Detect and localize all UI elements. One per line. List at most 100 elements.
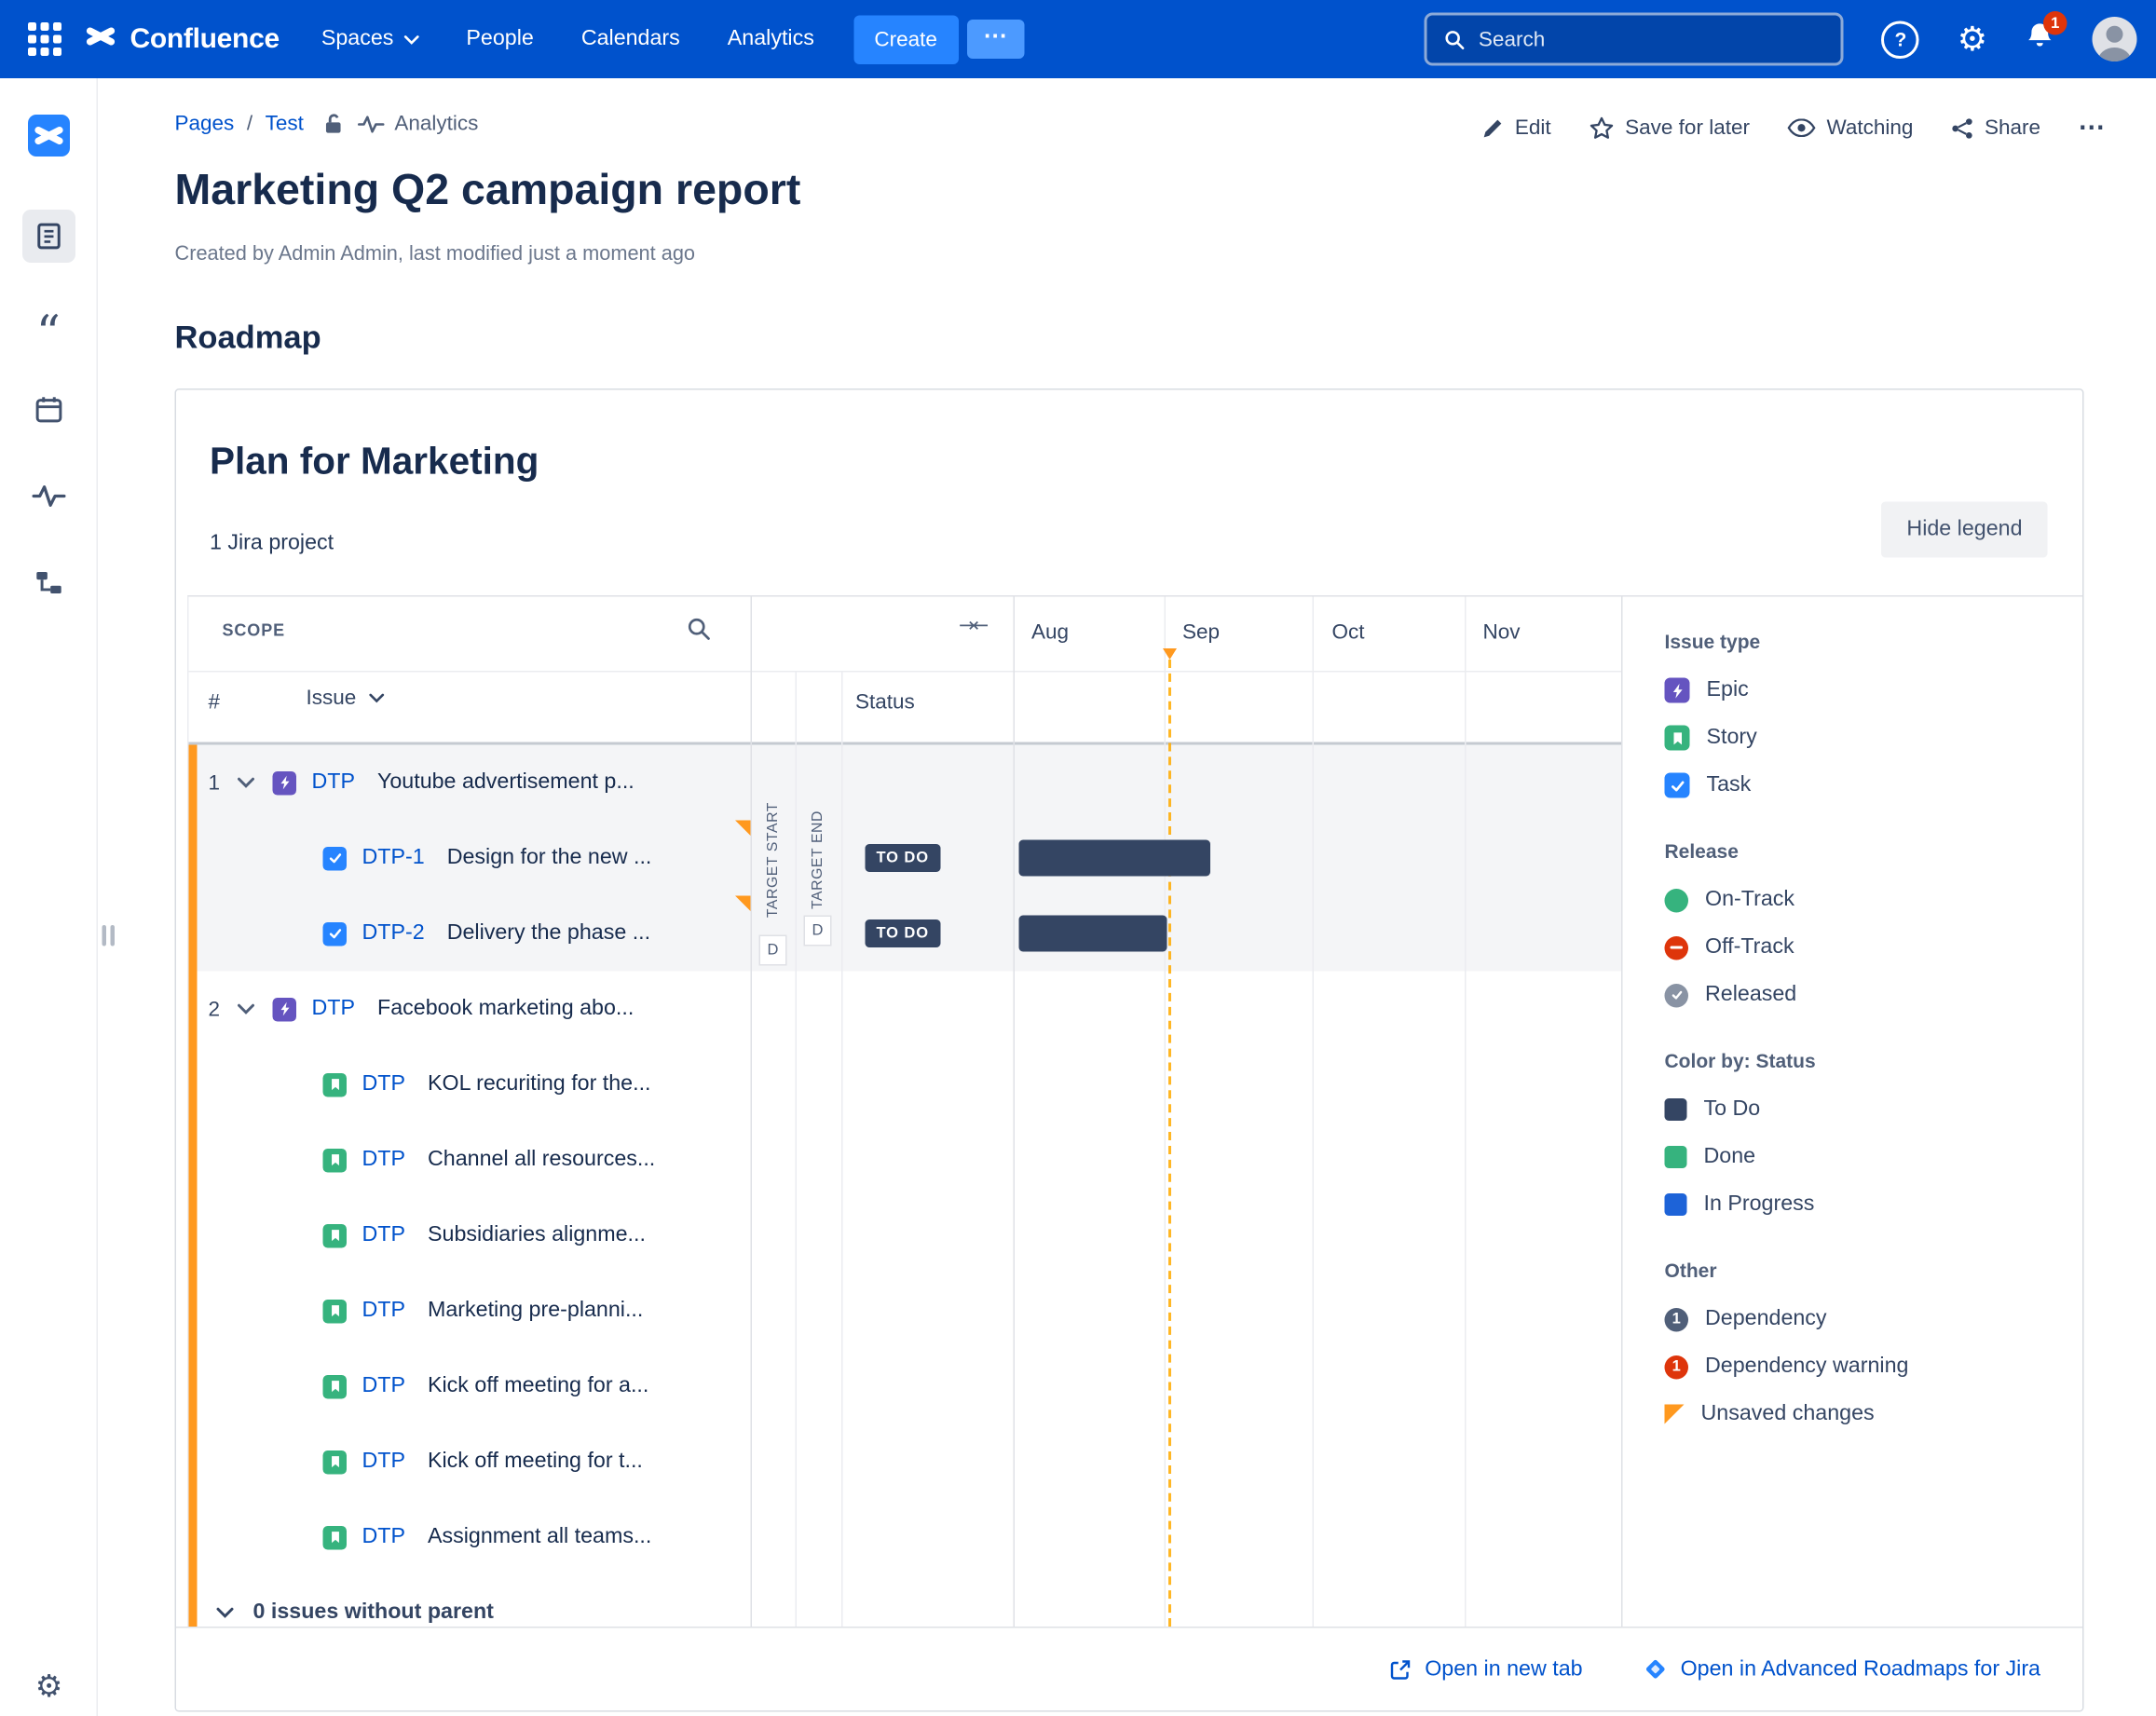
nav-item-people[interactable]: People (466, 27, 533, 52)
issue-key-link[interactable]: DTP (362, 1374, 406, 1399)
sidebar-item-calendars[interactable] (21, 383, 75, 436)
issue-key-link[interactable]: DTP (362, 1450, 406, 1475)
open-in-new-tab-link[interactable]: Open in new tab (1390, 1656, 1583, 1682)
notifications-button[interactable]: 1 (2026, 21, 2055, 58)
table-row-story[interactable]: DTP Marketing pre-planni... (189, 1273, 1622, 1349)
table-row-story[interactable]: DTP Subsidiaries alignme... (189, 1198, 1622, 1273)
issue-key-link[interactable]: DTP-1 (362, 846, 425, 871)
table-row-story[interactable]: DTP Kick off meeting for t... (189, 1424, 1622, 1500)
month-label: Nov (1483, 620, 1521, 645)
sidebar-item-analytics[interactable] (21, 470, 75, 523)
legend-title: Release (1665, 840, 2070, 863)
table-row-story[interactable]: DTP Channel all resources... (189, 1123, 1622, 1198)
scope-header: SCOPE (223, 620, 286, 640)
scope-search-icon[interactable] (687, 617, 712, 649)
help-button[interactable]: ? (1882, 20, 1920, 59)
task-icon (323, 846, 348, 870)
space-settings-gear-icon[interactable]: ⚙ (0, 1670, 98, 1706)
issue-key-link[interactable]: DTP-2 (362, 921, 425, 947)
nav-right-group: ? ⚙ 1 (1882, 17, 2137, 61)
month-label: Oct (1332, 620, 1365, 645)
nav-item-analytics[interactable]: Analytics (728, 27, 814, 52)
collapse-columns-icon[interactable]: →← (959, 615, 986, 637)
roadmap-footer: Open in new tab Open in Advanced Roadmap… (176, 1627, 2082, 1710)
gantt-bar-dtp2[interactable] (1019, 916, 1167, 952)
table-row-epic-1[interactable]: 1 DTP Youtube advertisement p... (189, 745, 1622, 821)
space-logo[interactable] (21, 109, 75, 162)
issue-column-header[interactable]: Issue (307, 687, 385, 711)
create-button[interactable]: Create (853, 15, 959, 64)
app-switcher-icon[interactable] (28, 22, 61, 56)
issue-key-link[interactable]: DTP (362, 1223, 406, 1248)
sidebar-item-pages[interactable] (21, 210, 75, 263)
user-avatar[interactable] (2093, 17, 2137, 61)
target-end-abbrev[interactable]: D (804, 916, 832, 947)
issue-key-link[interactable]: DTP (362, 1299, 406, 1324)
byline: Created by Admin Admin, last modified ju… (175, 243, 696, 266)
issue-key-link[interactable]: DTP (312, 997, 356, 1022)
share-button[interactable]: Share (1951, 116, 2040, 141)
page-more-button[interactable]: ⋯ (2079, 112, 2107, 144)
issue-key-link[interactable]: DTP (362, 1148, 406, 1173)
gantt-bar-dtp1[interactable] (1019, 840, 1211, 877)
chevron-down-icon[interactable] (238, 1003, 263, 1015)
page-icon (33, 221, 63, 252)
sidebar-item-blog[interactable]: “ (21, 296, 75, 349)
today-marker-triangle (1163, 648, 1177, 660)
settings-gear-icon[interactable]: ⚙ (1958, 22, 1987, 56)
issue-summary: Kick off meeting for t... (428, 1450, 643, 1475)
table-row-epic-2[interactable]: 2 DTP Facebook marketing abo... (189, 972, 1622, 1047)
month-grid-line (1313, 597, 1315, 1627)
legend-panel: Issue type Epic Story Task (1623, 597, 2083, 1627)
watching-button[interactable]: Watching (1787, 116, 1913, 141)
chevron-down-icon[interactable] (238, 777, 263, 788)
legend-item-epic: Epic (1665, 667, 2070, 715)
issue-summary: Assignment all teams... (428, 1525, 651, 1550)
story-icon (323, 1299, 348, 1323)
edit-button[interactable]: Edit (1481, 116, 1551, 141)
issues-without-parent-toggle[interactable]: 0 issues without parent (189, 1575, 1622, 1627)
nav-item-spaces[interactable]: Spaces (321, 27, 419, 52)
nav-item-calendars[interactable]: Calendars (581, 27, 680, 52)
table-row-story[interactable]: DTP Kick off meeting for a... (189, 1349, 1622, 1424)
hide-legend-button[interactable]: Hide legend (1881, 502, 2047, 558)
legend-label: Story (1707, 726, 1757, 751)
sidebar-item-page-tree[interactable] (21, 556, 75, 609)
legend-label: Released (1705, 983, 1796, 1008)
dependency-warning-icon: 1 (1665, 1355, 1689, 1379)
header-divider (189, 671, 1622, 673)
month-label: Aug (1031, 620, 1069, 645)
table-row-task-dtp2[interactable]: DTP-2 Delivery the phase ... TO DO (189, 896, 1622, 972)
sidebar-resize-handle[interactable] (102, 925, 116, 947)
issue-key-link[interactable]: DTP (362, 1072, 406, 1097)
waveform-icon (32, 483, 65, 509)
unsaved-change-marker (735, 821, 751, 837)
table-row-task-dtp1[interactable]: DTP-1 Design for the new ... TO DO (189, 821, 1622, 896)
target-start-column-collapsed[interactable]: TARGET START (751, 754, 796, 966)
table-row-story[interactable]: DTP KOL recuriting for the... (189, 1047, 1622, 1123)
chevron-down-icon (403, 34, 419, 45)
issue-summary: Channel all resources... (428, 1148, 655, 1173)
target-start-abbrev[interactable]: D (759, 935, 787, 966)
issue-key-link[interactable]: DTP (362, 1525, 406, 1550)
issue-header-label: Issue (307, 687, 357, 711)
issue-key-link[interactable]: DTP (312, 770, 356, 796)
waveform-icon (358, 114, 385, 133)
unlock-icon[interactable] (321, 112, 346, 136)
table-row-story[interactable]: DTP Assignment all teams... (189, 1500, 1622, 1575)
plan-subtitle: 1 Jira project (210, 531, 334, 556)
save-for-later-button[interactable]: Save for later (1589, 116, 1750, 141)
top-navigation-bar: Confluence Spaces People Calendars Analy… (0, 0, 2156, 78)
confluence-logo[interactable]: Confluence (84, 19, 280, 60)
breadcrumb-pages[interactable]: Pages (175, 112, 235, 136)
search-input[interactable] (1479, 27, 1824, 51)
global-search[interactable] (1425, 13, 1844, 66)
breadcrumb-space[interactable]: Test (266, 112, 304, 136)
legend-section-release: Release On-Track Off-Track Released (1665, 840, 2070, 1019)
breadcrumb-analytics[interactable]: Analytics (358, 112, 478, 136)
create-more-button[interactable]: ⋯ (966, 20, 1024, 59)
unsaved-changes-bar (189, 745, 198, 1627)
issue-summary: Youtube advertisement p... (377, 770, 635, 796)
open-in-advanced-roadmaps-link[interactable]: Open in Advanced Roadmaps for Jira (1644, 1656, 2040, 1682)
roadmap-embed-card: Plan for Marketing 1 Jira project Hide l… (175, 388, 2084, 1712)
